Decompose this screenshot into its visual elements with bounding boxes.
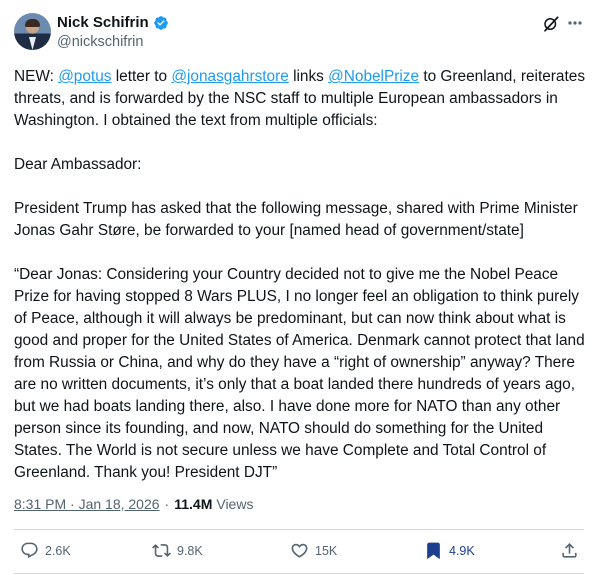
avatar[interactable] <box>14 13 51 50</box>
tweet-timestamp-link[interactable]: 8:31 PM · Jan 18, 2026 <box>14 496 160 512</box>
tweet-paragraph-intro: NEW: @potus letter to @jonasgahrstore li… <box>14 66 586 132</box>
mention-potus-link[interactable]: @potus <box>58 68 111 85</box>
author-handle[interactable]: @nickschifrin <box>57 34 143 50</box>
tweet-salutation: Dear Ambassador: <box>14 156 142 173</box>
divider-bottom <box>14 573 584 574</box>
reply-button[interactable]: 2.6K <box>20 541 71 560</box>
reply-icon <box>21 542 38 559</box>
avatar-hair <box>25 19 40 27</box>
intro-mid-2: links <box>288 68 329 85</box>
intro-prefix: NEW: <box>14 68 59 85</box>
like-button[interactable]: 15K <box>290 541 337 560</box>
like-count: 15K <box>315 543 338 558</box>
meta-separator: · <box>164 496 170 512</box>
repost-count: 9.8K <box>177 543 203 558</box>
tweet-paragraph-3: “Dear Jonas: Considering your Country de… <box>14 266 589 481</box>
mention-nobelprize-link[interactable]: @NobelPrize <box>328 68 419 85</box>
reply-count: 2.6K <box>45 543 71 558</box>
mention-jonasgahrstore-link[interactable]: @jonasgahrstore <box>171 68 288 85</box>
tweet-text: NEW: @potus letter to @jonasgahrstore li… <box>14 66 586 484</box>
avatar-collar <box>29 37 36 50</box>
bookmark-icon <box>427 542 440 560</box>
bookmark-button[interactable]: 4.9K <box>424 541 475 560</box>
verified-badge-icon <box>153 15 168 30</box>
tweet-meta: 8:31 PM · Jan 18, 2026 · 11.4M Views <box>14 496 253 512</box>
author-name-row: Nick Schifrin <box>57 14 169 31</box>
bookmark-count: 4.9K <box>449 543 475 558</box>
share-icon <box>562 543 577 558</box>
repost-button[interactable]: 9.8K <box>152 541 203 560</box>
intro-mid-1: letter to <box>111 68 172 85</box>
more-icon[interactable] <box>568 21 582 25</box>
views-count: 11.4M <box>174 496 213 512</box>
share-button[interactable] <box>560 541 579 560</box>
author-name[interactable]: Nick Schifrin <box>57 14 149 31</box>
tweet-header: Nick Schifrin @nickschifrin <box>14 13 584 53</box>
views-label: Views <box>216 496 254 512</box>
grok-icon[interactable] <box>542 15 560 33</box>
action-bar: 2.6K 9.8K 15K 4.9K <box>14 530 584 574</box>
repost-icon <box>152 544 171 557</box>
like-icon <box>291 543 308 558</box>
tweet-paragraph-2: President Trump has asked that the follo… <box>14 200 583 239</box>
